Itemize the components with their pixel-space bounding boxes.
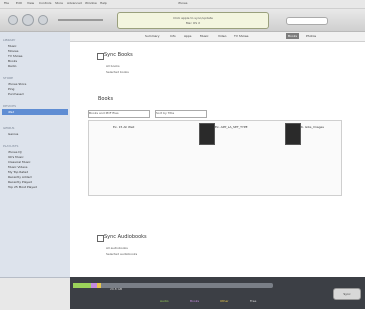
sort-select[interactable]: Sort by Title: [155, 110, 207, 118]
tab-apps[interactable]: Apps: [184, 34, 191, 38]
sidebar-head-playlists: PLAYLISTS: [3, 144, 19, 148]
sidebar-item-ipad[interactable]: iPad: [8, 110, 14, 114]
sync-button[interactable]: Sync: [333, 288, 361, 300]
legend-audio: Audio: [160, 299, 169, 303]
tab-video[interactable]: Video: [218, 34, 226, 38]
sidebar-item-music[interactable]: Music: [8, 44, 17, 48]
book-title-1[interactable]: Ex. 15 All Well: [113, 125, 134, 129]
sidebar-item-radio[interactable]: Radio: [8, 64, 16, 68]
book-title-2[interactable]: Ex. APP_LA_SET_TYPE: [215, 125, 248, 129]
menu-controls[interactable]: Controls: [39, 1, 51, 5]
capacity-segment-audio: [73, 283, 91, 288]
sync-audiobooks-checkbox[interactable]: [97, 235, 104, 242]
toolbar: Click apple to sync/update Mac OS X: [0, 9, 365, 32]
sidebar-item-itunes-store[interactable]: iTunes Store: [8, 82, 26, 86]
capacity-bar-panel: Capacity 29.8 GB Audio Books Other Free: [70, 277, 365, 309]
next-button[interactable]: [38, 15, 48, 25]
selected-audiobooks-radio[interactable]: Selected audiobooks: [106, 252, 137, 256]
volume-slider[interactable]: [58, 19, 103, 21]
menu-advanced[interactable]: Advanced: [67, 1, 82, 5]
tab-summary[interactable]: Summary: [145, 34, 160, 38]
capacity-segment-other: [97, 283, 101, 288]
tab-info[interactable]: Info: [170, 34, 176, 38]
tab-photos[interactable]: Photos: [306, 34, 316, 38]
sidebar-footer: [0, 277, 70, 310]
sidebar-playlist-2[interactable]: 90's Music: [8, 155, 24, 159]
menu-edit[interactable]: Edit: [16, 1, 22, 5]
book-cover-3[interactable]: [285, 123, 301, 145]
sidebar-playlist-4[interactable]: Music Videos: [8, 165, 27, 169]
sidebar-head-store: STORE: [3, 76, 14, 80]
tab-music[interactable]: Music: [200, 34, 209, 38]
books-list: Ex. 15 All Well Ex. APP_LA_SET_TYPE K. G…: [88, 120, 342, 196]
book-cover-2[interactable]: [199, 123, 215, 145]
capacity-bar: [73, 283, 273, 288]
status-line-2: Mac OS X: [185, 21, 201, 25]
legend-books: Books: [190, 299, 200, 303]
books-type-select-value: Books and PDF files: [89, 111, 119, 115]
status-line-1: Click apple to sync/update: [173, 16, 213, 20]
menu-window[interactable]: Window: [85, 1, 97, 5]
sidebar: LIBRARY Music Movies TV Shows Books Radi…: [0, 32, 71, 277]
status-display: Click apple to sync/update Mac OS X: [117, 12, 269, 29]
sidebar-item-purchased[interactable]: Purchased: [8, 92, 24, 96]
tab-tvshows[interactable]: TV Shows: [234, 34, 249, 38]
sidebar-item-ping[interactable]: Ping: [8, 87, 14, 91]
menu-view[interactable]: View: [27, 1, 34, 5]
main-panel: Sync Books All books Selected books Book…: [70, 42, 365, 277]
sidebar-item-movies[interactable]: Movies: [8, 49, 18, 53]
selected-books-radio[interactable]: Selected books: [106, 70, 129, 74]
all-books-radio[interactable]: All books: [106, 64, 120, 68]
sidebar-playlist-7[interactable]: Recently Played: [8, 180, 32, 184]
books-type-select[interactable]: Books and PDF files: [88, 110, 150, 118]
legend-free: Free: [250, 299, 257, 303]
books-section-title: Books: [98, 96, 114, 102]
sync-books-checkbox[interactable]: [97, 53, 104, 60]
menu-file[interactable]: File: [4, 1, 9, 5]
search-input[interactable]: [286, 17, 328, 25]
sidebar-playlist-3[interactable]: Classical Music: [8, 160, 31, 164]
sidebar-item-genius[interactable]: Genius: [8, 132, 18, 136]
sidebar-playlist-6[interactable]: Recently Added: [8, 175, 32, 179]
sidebar-head-devices: DEVICES: [3, 104, 17, 108]
previous-button[interactable]: [8, 15, 18, 25]
menu-help[interactable]: Help: [100, 1, 107, 5]
all-audiobooks-radio[interactable]: All audiobooks: [106, 246, 128, 250]
sidebar-playlist-1[interactable]: iTunes DJ: [8, 150, 22, 154]
sync-books-label: Sync Books: [104, 52, 133, 58]
book-title-3[interactable]: K. Gibs_Images: [301, 125, 324, 129]
sidebar-head-genius: GENIUS: [3, 126, 15, 130]
sidebar-item-books[interactable]: Books: [8, 59, 17, 63]
tab-books[interactable]: Books: [286, 33, 300, 39]
menu-store[interactable]: Store: [55, 1, 63, 5]
sync-audiobooks-label: Sync Audiobooks: [104, 234, 147, 240]
sidebar-head-library: LIBRARY: [3, 38, 16, 42]
device-tabs: Summary Info Apps Music Video TV Shows B…: [70, 32, 365, 42]
legend-other: Other: [220, 299, 229, 303]
sidebar-playlist-8[interactable]: Top 25 Most Played: [8, 185, 37, 189]
sort-select-value: Sort by Title: [156, 111, 175, 115]
sidebar-item-tvshows[interactable]: TV Shows: [8, 54, 23, 58]
menu-bar: File Edit View Controls Store Advanced W…: [0, 0, 365, 9]
window-title: iTunes: [178, 1, 188, 5]
play-button[interactable]: [22, 14, 34, 26]
sidebar-playlist-5[interactable]: My Top Rated: [8, 170, 28, 174]
